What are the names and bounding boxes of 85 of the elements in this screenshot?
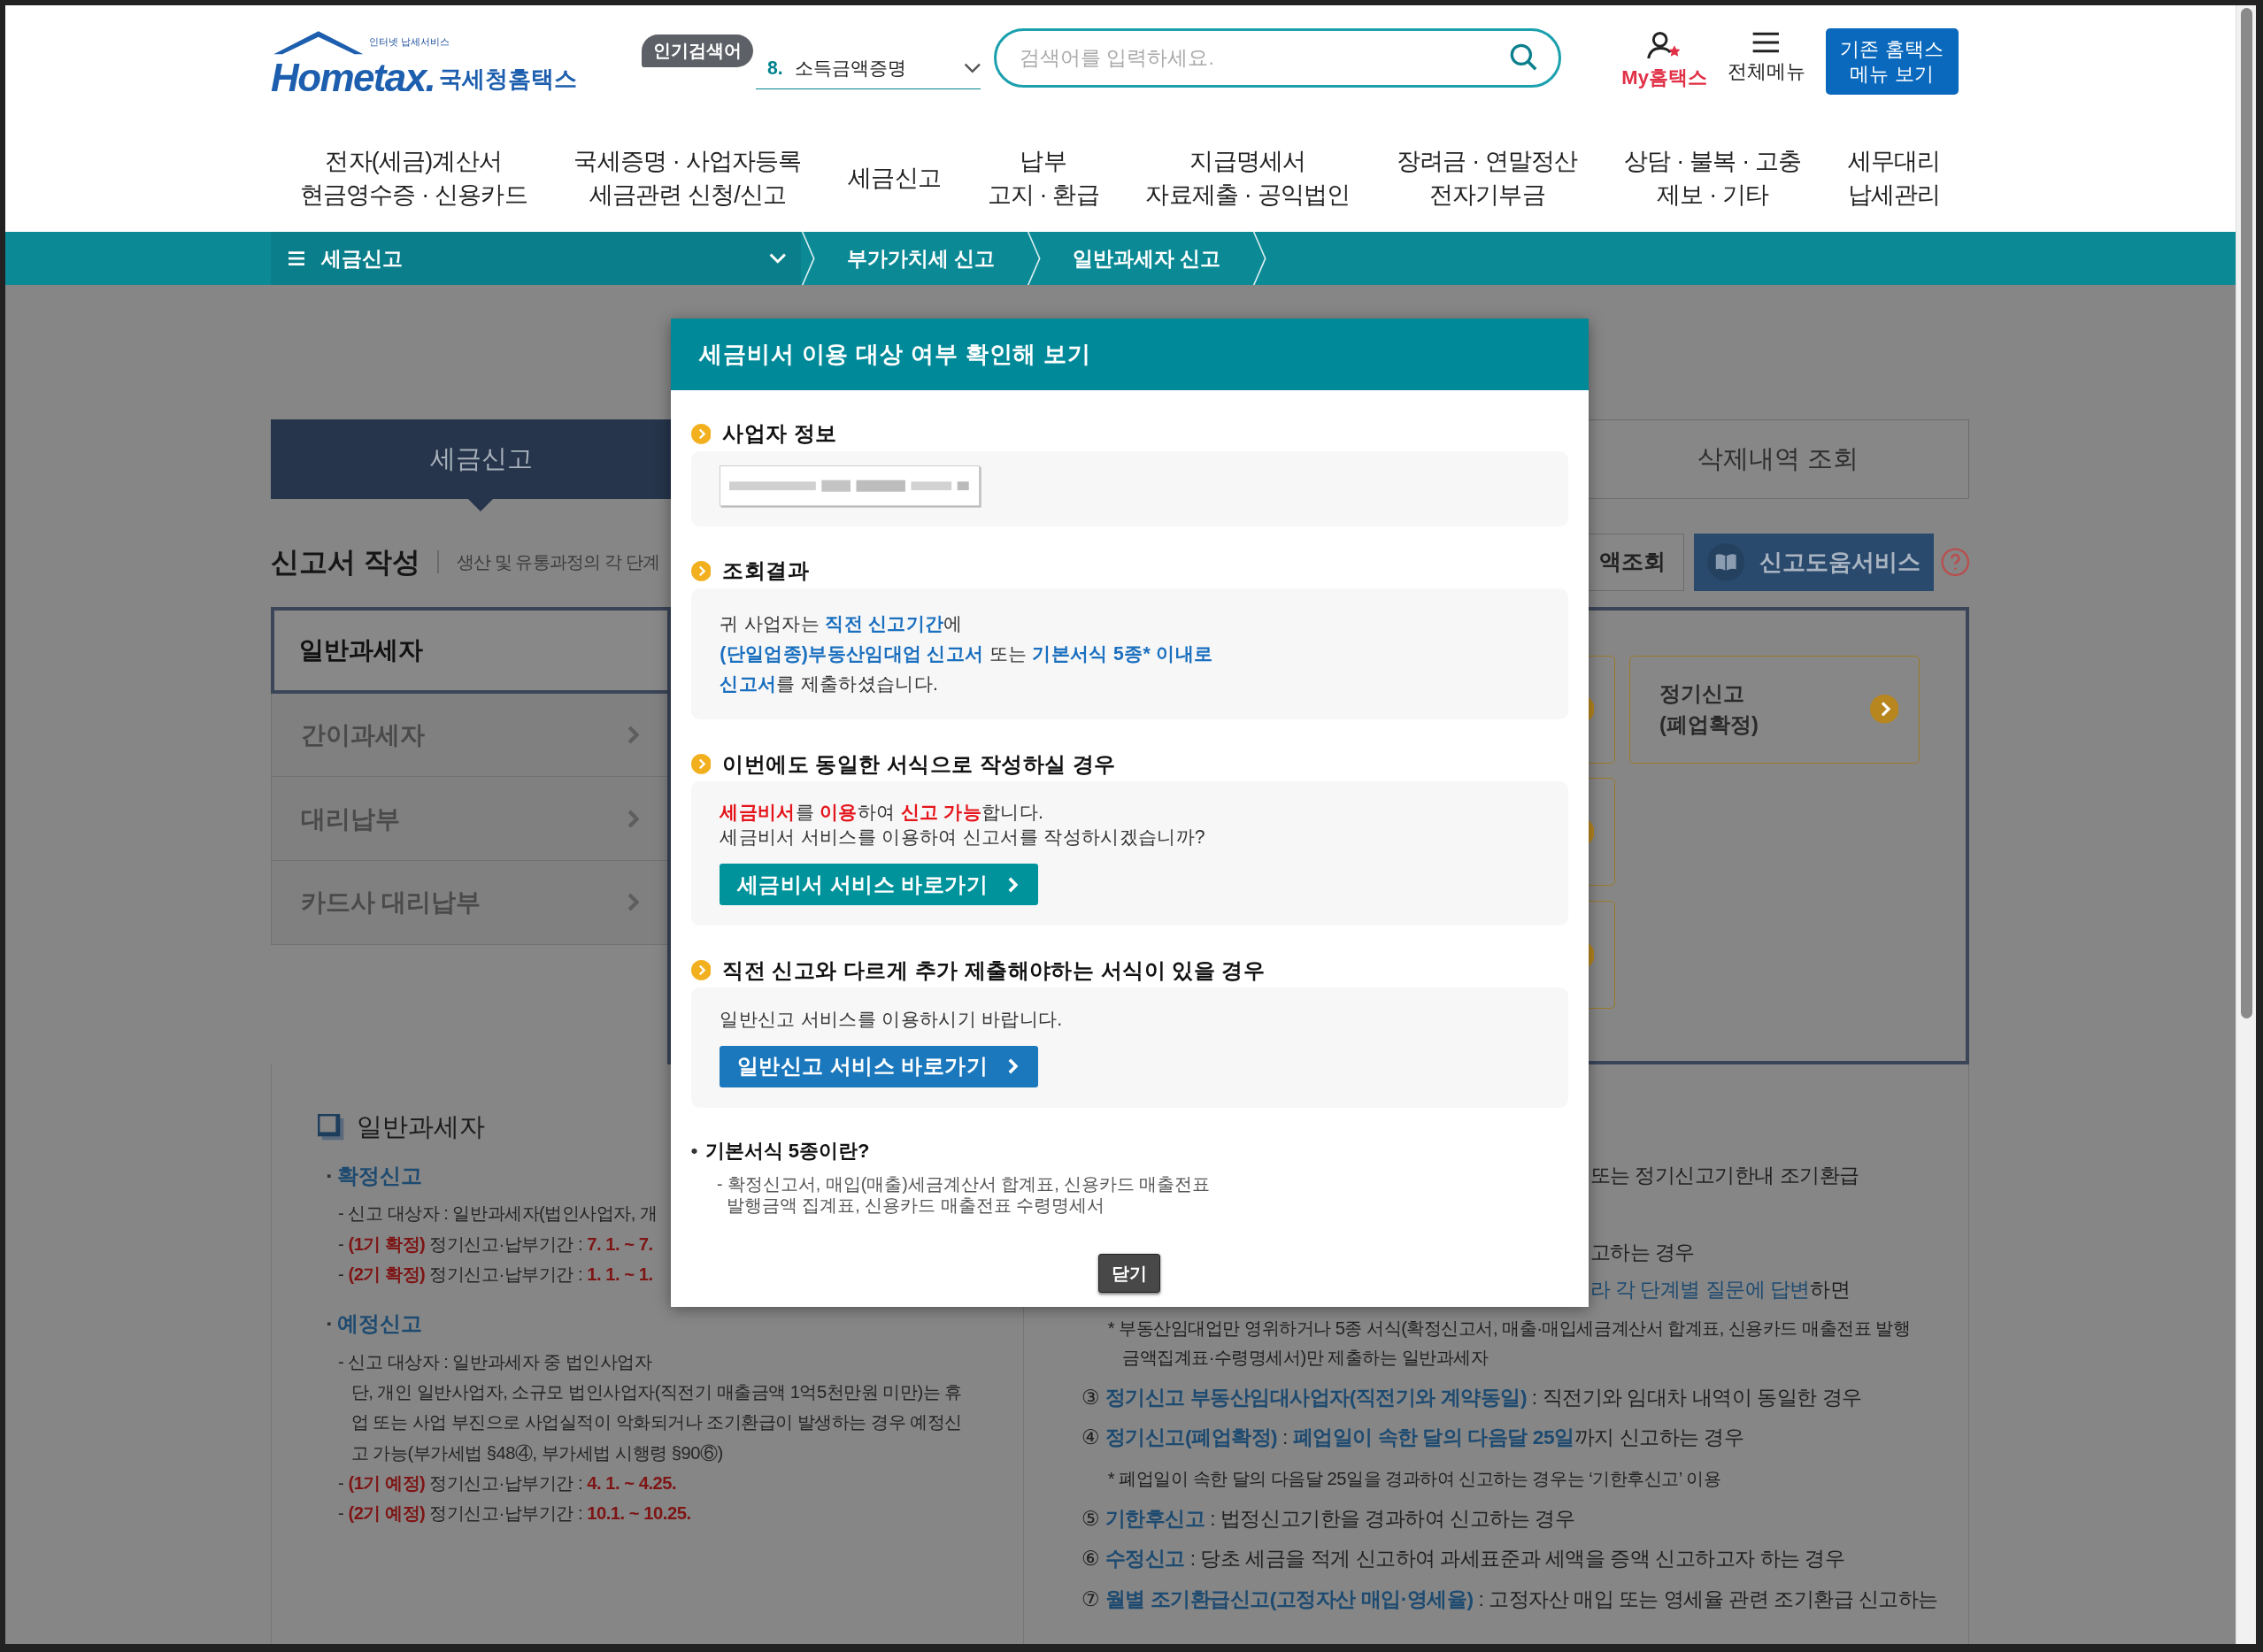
menu-icon	[1751, 31, 1781, 55]
bullet: ▪	[327, 1316, 332, 1331]
info-title: 일반과세자	[357, 1111, 486, 1143]
logo-name: 국세청홈택스	[439, 65, 578, 95]
user-star-icon	[1647, 31, 1682, 60]
scrollbar-thumb[interactable]	[2240, 8, 2252, 1018]
filing-help-button[interactable]: 신고도움서비스	[1693, 533, 1934, 591]
info-text: * 부동산임대업만 영위하거나 5종 서식(확정신고서, 매출·매입세금계산서 합계표, 신용카드 매출전표 발행금액집계표·수령명세서)만 제출하는 일반과세자	[1107, 1317, 1912, 1369]
menu-icon	[288, 251, 304, 266]
nav-menu-item[interactable]: 국세증명 · 사업자등록 세금관련 신청/신고	[573, 145, 802, 212]
breadcrumb-link[interactable]: 부가가치세 신고	[814, 232, 1027, 286]
info-text: - (2기 확정) 정기신고·납부기간 : 1. 1. ~ 1.	[338, 1263, 653, 1286]
tab[interactable]: 삭제내역 조회	[1587, 419, 1970, 499]
chevron-circle-icon	[1869, 695, 1899, 724]
info-subtitle: 확정신고	[336, 1163, 422, 1189]
nav-menu-item[interactable]: 장려금 · 연말정산 전자기부금	[1396, 145, 1578, 212]
bullet: ▪	[327, 1168, 332, 1183]
bullet: •	[690, 1139, 698, 1164]
chevron-circle-icon	[690, 423, 712, 444]
close-button[interactable]: 닫기	[1098, 1253, 1161, 1293]
chevron-circle-icon	[690, 960, 712, 981]
chevron-down-icon	[963, 62, 981, 74]
breadcrumb-separator-icon	[800, 232, 815, 286]
sidebar-item[interactable]: 일반과세자	[271, 606, 668, 694]
info-text: 라 각 단계별 질문에 답변하면	[1589, 1277, 1851, 1303]
section-heading: 직전 신고와 다르게 추가 제출해야하는 서식이 있을 경우	[722, 957, 1266, 984]
legacy-hometax-button[interactable]: 기존 홈택스 메뉴 보기	[1825, 28, 1959, 96]
info-text: - (1기 예정) 정기신고·납부기간 : 4. 1. ~ 4.25.	[338, 1471, 677, 1494]
breadcrumb-separator-icon	[1252, 232, 1267, 286]
chevron-right-icon	[627, 893, 639, 912]
all-menu-link[interactable]: 전체메뉴	[1727, 31, 1805, 86]
section-description: 생산 및 유통과정의 각 단계	[456, 550, 660, 573]
info-text: ④ 정기신고(폐업확정) : 폐업일이 속한 달의 다음달 25일까지 신고하는 경우	[1081, 1425, 1744, 1451]
section-heading: 조회결과	[722, 558, 810, 585]
chevron-circle-icon	[690, 560, 712, 581]
square-icon	[318, 1114, 344, 1141]
info-subtitle: 예정신고	[336, 1310, 422, 1337]
chevron-right-icon	[627, 809, 639, 828]
popular-search-dropdown[interactable]: 8. 소득금액증명	[755, 48, 981, 89]
info-text: - (2기 예정) 정기신고·납부기간 : 10.1. ~ 10.25.	[338, 1502, 691, 1525]
nav-menu-item[interactable]: 납부 고지 · 환급	[987, 145, 1099, 212]
logo-wordmark: Hometax.	[271, 58, 435, 98]
menu-breadcrumb[interactable]: 세금신고	[271, 232, 801, 286]
chevron-right-icon	[1008, 1058, 1018, 1075]
info-text: - 신고 대상자 : 일반과세자(법인사업자, 개	[338, 1203, 658, 1226]
option-card[interactable]: 정기신고 (폐업확정)	[1629, 655, 1920, 764]
search-icon[interactable]	[1509, 42, 1538, 72]
section-heading: 사업자 정보	[722, 421, 837, 448]
section-title: 신고서 작성	[271, 544, 420, 580]
message-text: 일반신고 서비스를 이용하시기 바랍니다.	[720, 1007, 1063, 1031]
shortcut-button[interactable]: 세금비서 서비스 바로가기	[720, 864, 1038, 906]
info-text: 고하는 경우	[1589, 1239, 1695, 1265]
select-field[interactable]	[720, 465, 980, 506]
note-text: - 확정신고서, 매입(매출)세금계산서 합계표, 신용카드 매출전표 발행금액 집계표, 신용카드 매출전표 수령명세서	[716, 1172, 1212, 1217]
message-text: 귀 사업자는 직전 신고기간에 (단일업종)부동산임대업 신고서 또는 기본서식 5종* 이내로 신고서를 제출하셨습니다.	[720, 611, 1213, 696]
shortcut-button[interactable]: 일반신고 서비스 바로가기	[720, 1045, 1038, 1087]
note-title: 기본서식 5종이란?	[704, 1138, 870, 1164]
book-icon	[1706, 543, 1745, 581]
info-text: - 신고 대상자 : 일반과세자 중 법인사업자 단, 개인 일반사업자, 소규모 법인사업자(직전기 매출금액 1억5천만원 미만)는 휴업 또는 사업 부진으로 사업실적이 악화되거나 조기환급이 발생하는 경우 예정신고 가능(부가세법 §48④, 부가세법 시행령 §90⑥)	[338, 1350, 963, 1464]
chevron-circle-icon	[690, 754, 712, 775]
search-field[interactable]: 검색어를 입력하세요.	[994, 28, 1561, 88]
breadcrumb-link[interactable]: 일반과세자 신고	[1041, 232, 1253, 286]
nav-menu-item[interactable]: 지급명세서 자료제출 · 공익법인	[1145, 145, 1351, 212]
nav-menu-item[interactable]: 상담 · 불복 · 고충 제보 · 기타	[1624, 145, 1802, 212]
nav-menu-item[interactable]: 전자(세금)계산서 현금영수증 · 신용카드	[299, 145, 527, 212]
chevron-down-icon	[768, 252, 787, 265]
info-text: ⑦ 월별 조기환급신고(고정자산 매입·영세율) : 고정자산 매입 또는 영세율 관련 조기환급 신고하는	[1081, 1586, 1938, 1612]
info-text: - (1기 확정) 정기신고·납부기간 : 7. 1. ~ 7.	[338, 1233, 653, 1256]
nav-menu-item[interactable]: 세금신고	[848, 161, 941, 196]
message-text: 세금비서를 이용하여 신고 가능합니다. 세금비서 서비스를 이용하여 신고서를 작성하시겠습니까?	[720, 801, 1205, 849]
section-heading: 이번에도 동일한 서식으로 작성하실 경우	[722, 751, 1116, 778]
chevron-right-icon	[1008, 876, 1018, 893]
dialog-title: 세금비서 이용 대상 여부 확인해 보기	[699, 340, 1091, 370]
nav-menu-item[interactable]: 세무대리 납세관리	[1847, 145, 1941, 212]
info-text: ⑤ 기한후신고 : 법정신고기한을 경과하여 신고하는 경우	[1081, 1505, 1575, 1532]
popular-search-badge: 인기검색어	[642, 34, 754, 68]
chevron-right-icon	[627, 725, 639, 745]
logo-tagline: 인터넷 납세서비스	[368, 35, 450, 50]
info-text: 또는 정기신고기한내 조기환급	[1589, 1163, 1859, 1189]
info-text: ③ 정기신고 부동산임대사업자(직전기와 계약동일) : 직전기와 임대차 내역이 동일한 경우	[1081, 1384, 1862, 1410]
info-text: ⑥ 수정신고 : 당초 세금을 적게 신고하여 과세표준과 세액을 증액 신고하고자 하는 경우	[1081, 1546, 1845, 1572]
my-hometax-link[interactable]: My홈택스	[1621, 31, 1707, 91]
info-text: * 폐업일이 속한 달의 다음달 25일을 경과하여 신고하는 경우는 ‘기한후신고’ 이용	[1107, 1467, 1721, 1490]
tab-pointer-icon	[468, 499, 494, 512]
breadcrumb-separator-icon	[1026, 232, 1042, 286]
